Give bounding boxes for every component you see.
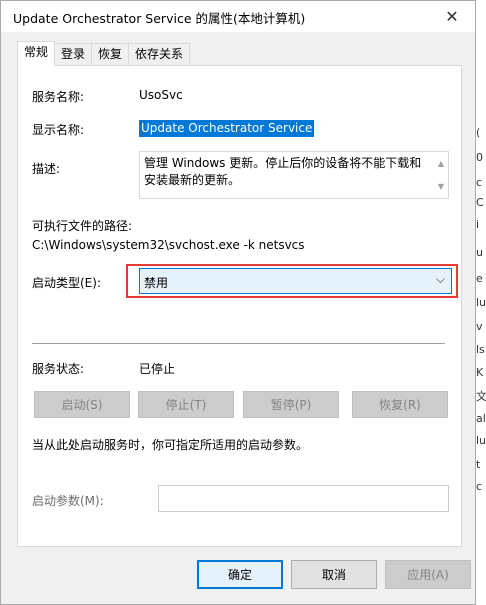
chevron-down-icon: ⌵ [435,272,445,286]
display-name-field[interactable]: Update Orchestrator Service [139,120,315,137]
close-button[interactable]: ✕ [429,1,475,32]
startup-type-select[interactable]: 禁用 ⌵ [139,268,452,294]
bg-text: K [476,366,484,379]
scroll-up-icon[interactable]: ▲ [436,155,446,172]
service-name-label: 服务名称: [32,90,85,104]
description-text: 管理 Windows 更新。停止后你的设备将不能下载和安装最新的更新。 [144,156,422,187]
bg-text: ( [476,126,481,139]
stop-button[interactable]: 停止(T) [138,391,234,418]
bg-text: C [476,196,484,209]
general-tab-panel: 服务名称: UsoSvc 显示名称: Update Orchestrator S… [17,65,462,547]
bg-text: v [476,320,483,333]
apply-button[interactable]: 应用(A) [385,560,471,589]
bg-text: i [476,218,480,231]
start-params-input[interactable] [158,485,449,512]
bg-text: 文 [476,390,486,403]
resume-button[interactable]: 恢复(R) [352,391,448,418]
tab-bar: 常规 登录 恢复 依存关系 [17,41,191,66]
bg-text: al [476,412,486,425]
bg-text: lu [476,296,486,309]
startup-type-value: 禁用 [144,276,169,290]
bg-text: c [476,176,483,189]
bg-text: ls [476,343,485,356]
start-params-label: 启动参数(M): [32,494,104,508]
tab-logon[interactable]: 登录 [54,43,93,65]
startup-type-label: 启动类型(E): [32,276,101,290]
cancel-button[interactable]: 取消 [291,560,377,589]
bg-text: e [476,272,483,285]
ok-button[interactable]: 确定 [197,560,283,589]
bg-text: 0 [476,151,483,164]
scroll-down-icon[interactable]: ▼ [436,178,446,195]
start-params-hint: 当从此处启动服务时，你可指定所适用的启动参数。 [32,438,309,452]
pause-button[interactable]: 暂停(P) [243,391,339,418]
close-icon: ✕ [445,7,459,26]
status-label: 服务状态: [32,362,85,376]
description-box[interactable]: 管理 Windows 更新。停止后你的设备将不能下载和安装最新的更新。 ▲ ▼ [139,151,449,199]
title-bar[interactable]: Update Orchestrator Service 的属性(本地计算机) ✕ [1,1,475,32]
tab-recovery[interactable]: 恢复 [91,43,130,65]
bg-text: t [476,458,481,471]
path-label: 可执行文件的路径: [32,219,133,233]
service-properties-dialog: Update Orchestrator Service 的属性(本地计算机) ✕… [0,0,476,605]
start-button[interactable]: 启动(S) [34,391,130,418]
bg-text: c [476,480,483,493]
display-name-label: 显示名称: [32,123,85,137]
description-label: 描述: [32,162,61,176]
tab-dependencies[interactable]: 依存关系 [128,43,191,65]
bg-text: lu [476,434,486,447]
window-title: Update Orchestrator Service 的属性(本地计算机) [13,11,306,26]
path-value: C:\Windows\system32\svchost.exe -k netsv… [32,238,305,252]
status-value: 已停止 [139,362,176,376]
tab-general[interactable]: 常规 [17,41,56,66]
service-name-value: UsoSvc [139,88,183,102]
bg-text: u [476,246,483,259]
divider [32,343,445,344]
